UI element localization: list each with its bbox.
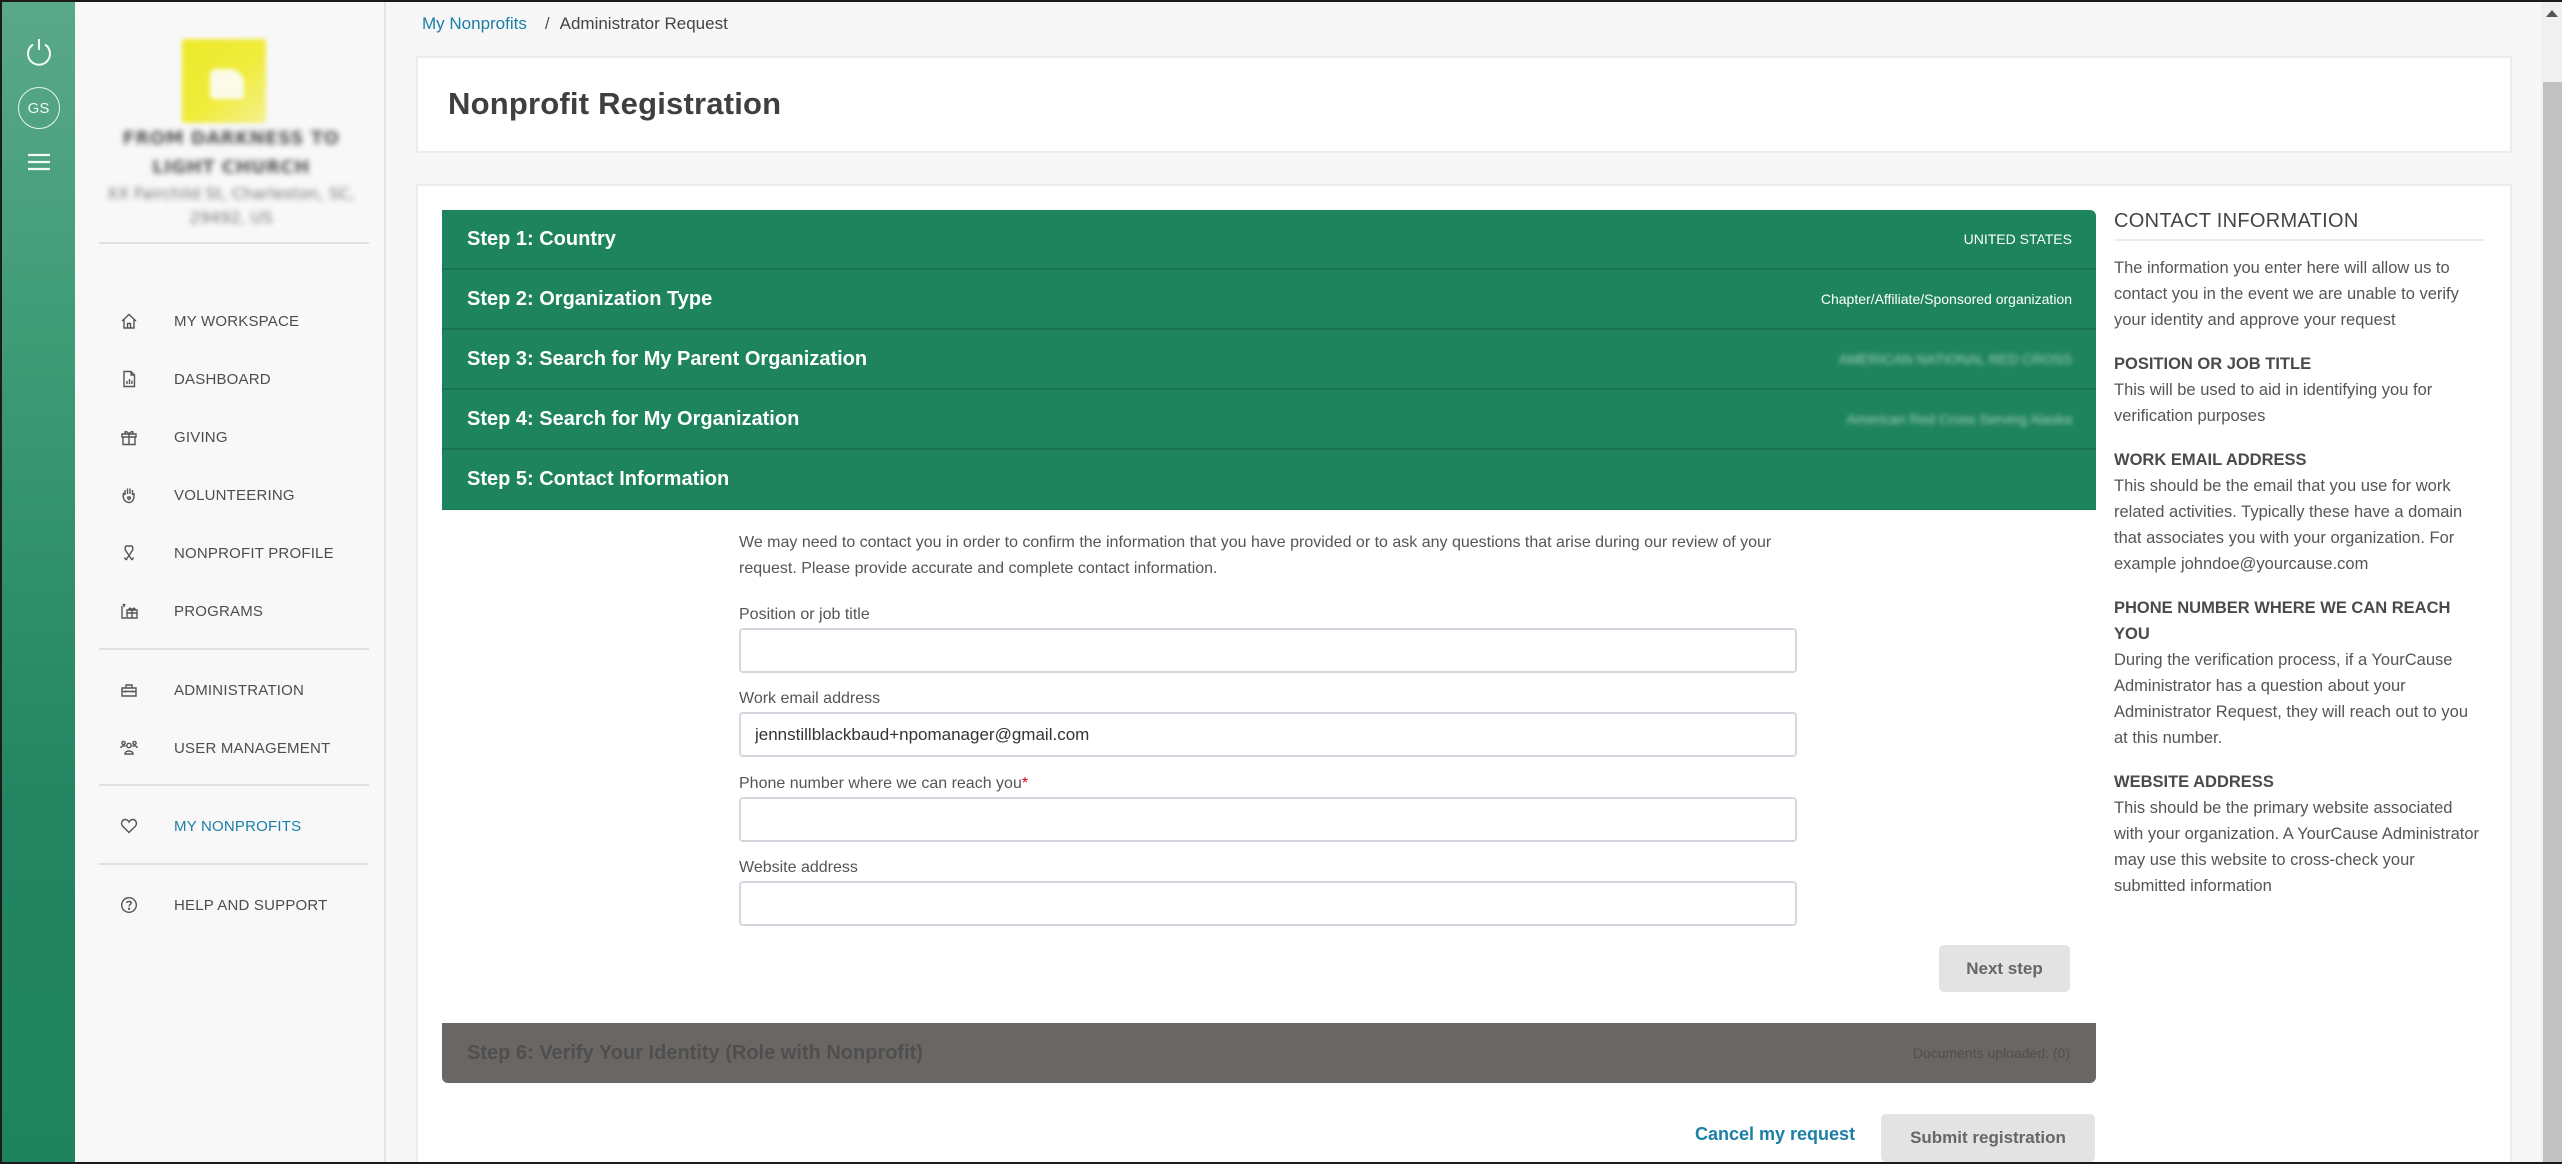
- help-text: During the verification process, if a Yo…: [2114, 651, 2469, 747]
- cancel-request-link[interactable]: Cancel my request: [1695, 1124, 1855, 1145]
- sidebar-item-my-nonprofits[interactable]: MY NONPROFITS: [99, 801, 369, 851]
- breadcrumb-link-my-nonprofits[interactable]: My Nonprofits: [422, 14, 527, 33]
- step-2-header[interactable]: Step 2: Organization Type Chapter/Affili…: [442, 270, 2096, 330]
- sidebar-item-dashboard[interactable]: DASHBOARD: [99, 354, 369, 404]
- hamburger-menu-icon: [27, 153, 50, 171]
- phone-input[interactable]: [739, 797, 1797, 842]
- avatar: GS: [17, 87, 60, 129]
- org-logo: [182, 39, 266, 123]
- sidebar-item-my-workspace[interactable]: MY WORKSPACE: [99, 296, 369, 346]
- menu-button[interactable]: [2, 144, 75, 180]
- divider: [99, 784, 369, 786]
- power-icon: [26, 39, 51, 66]
- sidebar-item-volunteering[interactable]: VOLUNTEERING: [99, 470, 369, 520]
- phone-label-text: Phone number where we can reach you: [739, 775, 1022, 792]
- sidebar-item-label: GIVING: [174, 428, 228, 446]
- sidebar-item-label: ADMINISTRATION: [174, 681, 305, 699]
- help-text: This will be used to aid in identifying …: [2114, 381, 2433, 425]
- app-window: GS FROM DARKNESS TO LIGHT CHURCH XX Fair…: [0, 0, 2562, 1164]
- user-avatar-button[interactable]: GS: [2, 86, 75, 130]
- position-input[interactable]: [739, 628, 1797, 673]
- sidebar-item-programs[interactable]: PROGRAMS: [99, 586, 369, 636]
- step-value: Chapter/Affiliate/Sponsored organization: [1820, 291, 2072, 307]
- org-name: FROM DARKNESS TO LIGHT CHURCH: [122, 128, 340, 178]
- heart-icon: [119, 816, 139, 836]
- contact-intro-text: We may need to contact you in order to c…: [739, 534, 1772, 577]
- help-circle-icon: [119, 895, 139, 915]
- report-icon: [119, 369, 139, 389]
- sidebar-item-label: PROGRAMS: [174, 602, 264, 620]
- help-heading: WEBSITE ADDRESS: [2114, 773, 2274, 791]
- step-value: UNITED STATES: [1963, 231, 2072, 247]
- scrollbar-thumb[interactable]: [2543, 82, 2562, 1162]
- next-step-button[interactable]: Next step: [1939, 945, 2070, 992]
- help-heading: POSITION OR JOB TITLE: [2114, 355, 2312, 373]
- programs-icon: [119, 601, 139, 621]
- sidebar-item-label: USER MANAGEMENT: [174, 739, 331, 757]
- sidebar-item-user-management[interactable]: USER MANAGEMENT: [99, 723, 369, 773]
- sidebar-item-label: NONPROFIT PROFILE: [174, 544, 334, 562]
- step-6-header: Step 6: Verify Your Identity (Role with …: [442, 1023, 2096, 1083]
- submit-registration-button[interactable]: Submit registration: [1881, 1114, 2095, 1162]
- help-text: This should be the primary website assoc…: [2114, 799, 2480, 895]
- help-title: CONTACT INFORMATION: [2114, 210, 2484, 241]
- documents-uploaded-count: Documents uploaded: (0): [1912, 1045, 2070, 1061]
- scroll-up-arrow-icon[interactable]: [2546, 10, 2558, 17]
- step-label: Step 6: Verify Your Identity (Role with …: [467, 1041, 923, 1064]
- org-address: XX Fairchild St, Charleston, SC, 29492, …: [107, 184, 355, 227]
- sidebar-item-label: HELP AND SUPPORT: [174, 896, 328, 914]
- step-value: American Red Cross Serving Alaska: [1846, 411, 2072, 427]
- gift-icon: [119, 427, 139, 447]
- step-value: AMERICAN NATIONAL RED CROSS: [1838, 351, 2072, 367]
- step-5-header[interactable]: Step 5: Contact Information: [442, 450, 2096, 510]
- sidebar-item-help-and-support[interactable]: HELP AND SUPPORT: [99, 880, 369, 930]
- help-panel: CONTACT INFORMATION The information you …: [2114, 210, 2484, 917]
- left-rail: GS: [2, 2, 75, 1162]
- breadcrumb-current: Administrator Request: [559, 14, 728, 33]
- help-intro: The information you enter here will allo…: [2114, 259, 2459, 329]
- step-1-header[interactable]: Step 1: Country UNITED STATES: [442, 210, 2096, 270]
- step-label: Step 3: Search for My Parent Organizatio…: [467, 347, 868, 370]
- steps-accordion: Step 1: Country UNITED STATES Step 2: Or…: [442, 210, 2096, 510]
- title-card: Nonprofit Registration: [416, 56, 2512, 153]
- sidebar-item-label: MY WORKSPACE: [174, 312, 300, 330]
- breadcrumb-separator: /: [544, 14, 550, 33]
- sidebar-item-label: DASHBOARD: [174, 370, 271, 388]
- required-marker: *: [1021, 775, 1029, 792]
- help-heading: PHONE NUMBER WHERE WE CAN REACH YOU: [2114, 599, 2451, 643]
- sidebar-item-nonprofit-profile[interactable]: NONPROFIT PROFILE: [99, 528, 369, 578]
- sidebar-item-giving[interactable]: GIVING: [99, 412, 369, 462]
- sidebar-item-administration[interactable]: ADMINISTRATION: [99, 665, 369, 715]
- vertical-scrollbar[interactable]: [2541, 2, 2562, 1162]
- users-icon: [119, 738, 139, 758]
- step-label: Step 4: Search for My Organization: [467, 407, 800, 430]
- website-input[interactable]: [739, 881, 1797, 926]
- step-label: Step 1: Country: [467, 227, 616, 250]
- email-input[interactable]: [739, 712, 1797, 757]
- home-icon: [119, 311, 139, 331]
- sidebar: FROM DARKNESS TO LIGHT CHURCH XX Fairchi…: [75, 2, 386, 1162]
- hand-heart-icon: [119, 485, 139, 505]
- power-button[interactable]: [2, 30, 75, 74]
- breadcrumb: My Nonprofits / Administrator Request: [422, 14, 728, 34]
- sidebar-item-label: VOLUNTEERING: [174, 486, 295, 504]
- divider: [99, 648, 369, 650]
- divider: [99, 863, 369, 865]
- step-label: Step 5: Contact Information: [467, 468, 730, 490]
- toolbox-icon: [119, 680, 139, 700]
- step-label: Step 2: Organization Type: [467, 287, 713, 310]
- step-3-header[interactable]: Step 3: Search for My Parent Organizatio…: [442, 330, 2096, 390]
- position-label: Position or job title: [739, 606, 870, 623]
- step-4-header[interactable]: Step 4: Search for My Organization Ameri…: [442, 390, 2096, 450]
- help-heading: WORK EMAIL ADDRESS: [2114, 451, 2307, 469]
- sidebar-item-label: MY NONPROFITS: [174, 817, 302, 835]
- page-title: Nonprofit Registration: [448, 86, 782, 121]
- divider: [99, 242, 369, 244]
- help-text: This should be the email that you use fo…: [2114, 477, 2463, 573]
- email-label: Work email address: [739, 690, 881, 707]
- ribbon-icon: [119, 543, 139, 563]
- phone-label: Phone number where we can reach you*: [739, 775, 1028, 793]
- website-label: Website address: [739, 859, 858, 876]
